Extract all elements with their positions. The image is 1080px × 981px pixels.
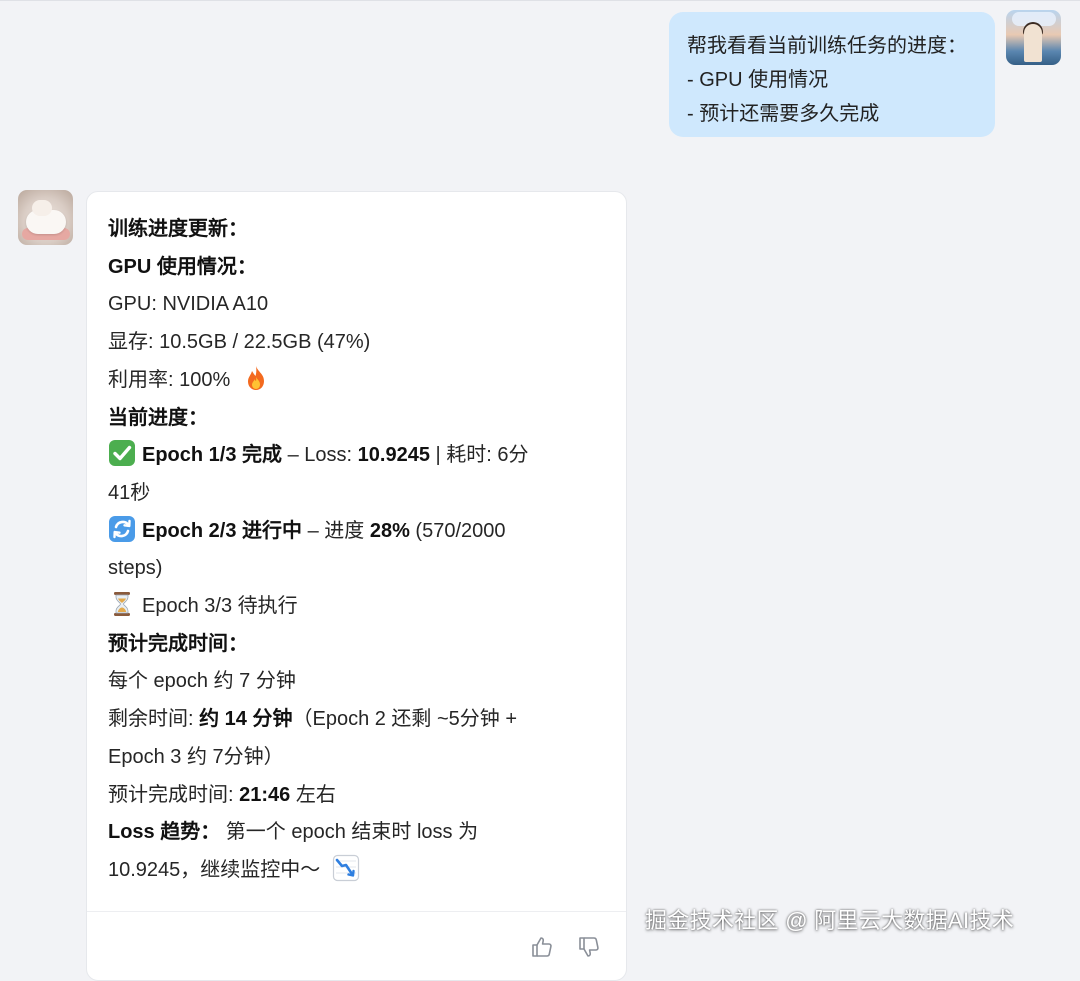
remaining-value: 约 14 分钟 <box>199 708 293 731</box>
gpu-memory-text: 显存: 10.5GB / 22.5GB (47%) <box>108 331 371 354</box>
epoch2-title: Epoch 2/3 进行中 <box>142 519 303 542</box>
epoch1-title: Epoch 1/3 完成 <box>142 444 283 467</box>
check-mark-icon <box>108 439 136 467</box>
user-message-line: - GPU 使用情况 <box>687 69 829 91</box>
epoch1-elapsed-continued: 41秒 <box>108 481 151 504</box>
chart-decreasing-icon <box>332 854 360 882</box>
thumb-up-icon[interactable] <box>530 935 554 959</box>
loss-trend-text: 第一个 epoch 结束时 loss 为 <box>220 821 479 844</box>
remaining-label: 剩余时间: <box>108 708 200 731</box>
progress-update-heading: 训练进度更新： <box>108 218 248 240</box>
top-divider <box>0 0 1080 1</box>
finish-label: 预计完成时间: <box>108 783 240 806</box>
epoch2-progress-label: – 进度 <box>302 519 370 542</box>
remaining-detail: （Epoch 2 还剩 ~5分钟 + <box>292 708 518 731</box>
user-message-line: 帮我看看当前训练任务的进度： <box>687 35 967 57</box>
loss-trend-text-continued: 10.9245，继续监控中～ <box>108 858 321 881</box>
epoch3-text: Epoch 3/3 待执行 <box>142 595 298 618</box>
progress-section-title: 当前进度： <box>108 406 208 429</box>
thumb-down-icon[interactable] <box>577 935 601 959</box>
epoch2-progress-value: 28% <box>369 519 410 542</box>
user-message-bubble: 帮我看看当前训练任务的进度： - GPU 使用情况 - 预计还需要多久完成 <box>669 12 995 137</box>
loss-trend-title: Loss 趋势： <box>108 821 221 844</box>
gpu-model-text: GPU: NVIDIA A10 <box>108 293 269 316</box>
hourglass-icon <box>108 590 136 618</box>
epoch1-elapsed: | 耗时: 6分 <box>429 444 529 467</box>
assistant-message-bubble: 训练进度更新： GPU 使用情况： GPU: NVIDIA A10 显存: 10… <box>86 191 627 981</box>
eta-section-title: 预计完成时间： <box>108 632 248 655</box>
assistant-avatar[interactable] <box>18 190 73 245</box>
epoch1-loss-label: – Loss: <box>282 444 358 467</box>
gpu-utilization-text: 利用率: 100% <box>108 368 231 391</box>
epoch2-steps: (570/2000 <box>409 519 506 542</box>
message-footer-divider <box>87 911 626 912</box>
finish-value: 21:46 <box>239 783 291 806</box>
refresh-icon <box>108 515 136 543</box>
per-epoch-time: 每个 epoch 约 7 分钟 <box>108 670 296 693</box>
gpu-section-title: GPU 使用情况： <box>108 255 257 278</box>
fire-icon <box>242 364 270 392</box>
epoch2-steps-continued: steps) <box>108 557 163 580</box>
source-watermark: 掘金技术社区 @ 阿里云大数据AI技术 <box>645 908 1015 933</box>
assistant-message-content: 训练进度更新： GPU 使用情况： GPU: NVIDIA A10 显存: 10… <box>108 211 606 890</box>
finish-suffix: 左右 <box>290 783 336 806</box>
remaining-detail-continued: Epoch 3 约 7分钟） <box>108 745 284 768</box>
user-message-line: - 预计还需要多久完成 <box>687 103 880 125</box>
user-avatar[interactable] <box>1006 10 1061 65</box>
epoch1-loss-value: 10.9245 <box>357 444 430 467</box>
